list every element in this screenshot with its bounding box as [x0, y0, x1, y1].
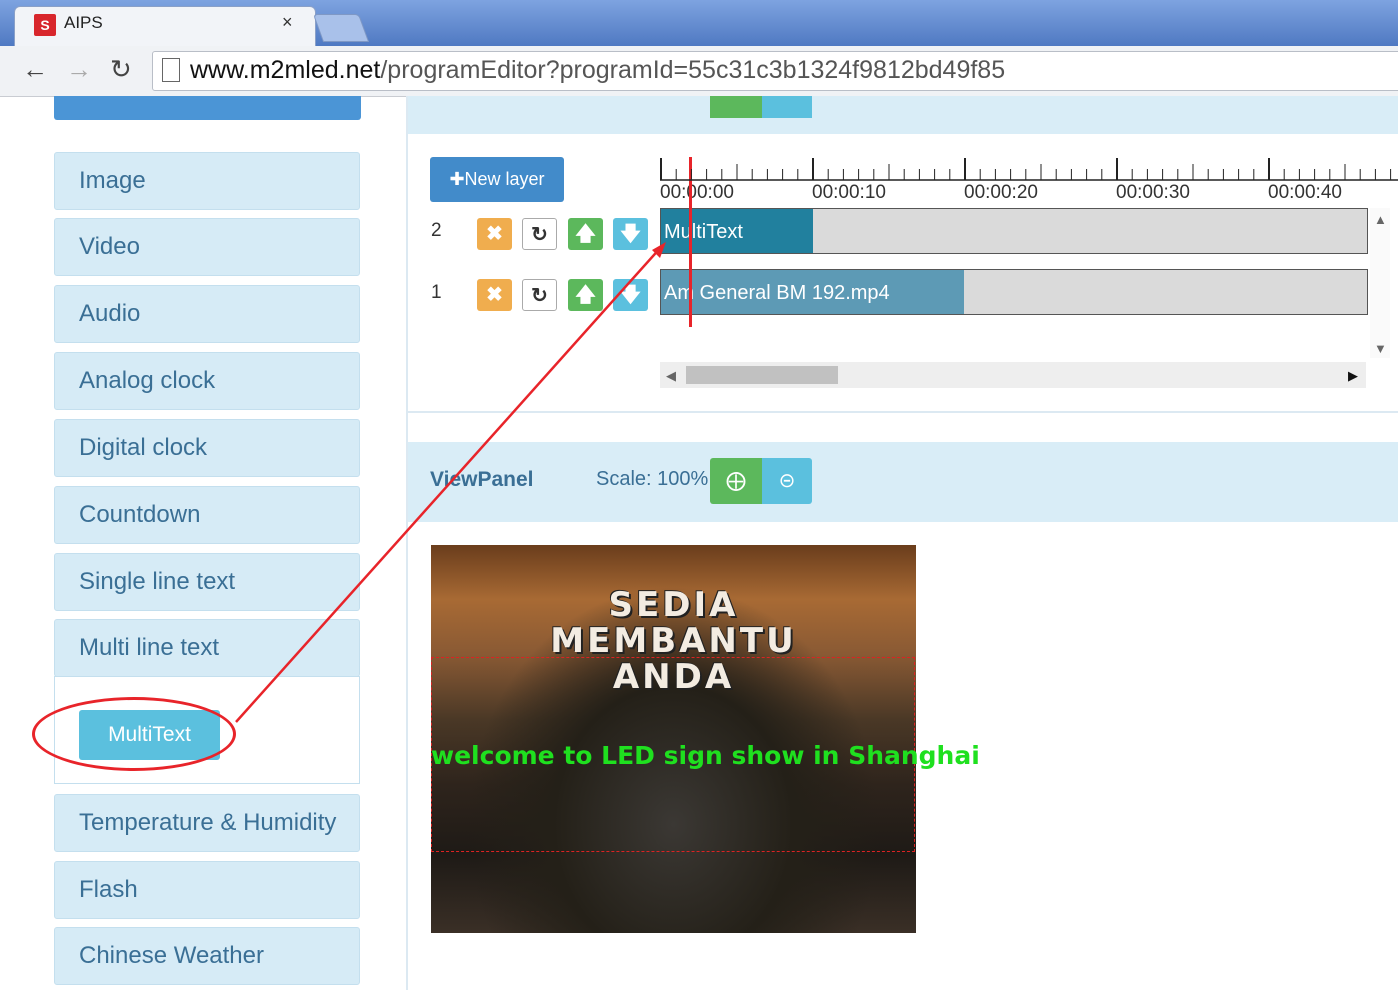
- back-arrow-icon[interactable]: ←: [22, 54, 48, 85]
- tick-label: 00:00:30: [1116, 182, 1190, 203]
- preview-line: MEMBANTU: [550, 621, 797, 661]
- site-favicon-icon: S: [34, 14, 56, 36]
- zoom-out-button[interactable]: ⊝: [762, 458, 812, 504]
- reload-icon[interactable]: ↻: [110, 54, 132, 85]
- timeline-clip-multitext[interactable]: MultiText: [661, 209, 813, 253]
- zoom-in-button[interactable]: ⨁: [710, 458, 762, 504]
- preview-line: SEDIA: [608, 585, 739, 625]
- delete-layer-icon[interactable]: ✖: [477, 279, 512, 311]
- sidebar-item-single-line-text[interactable]: Single line text: [54, 553, 360, 611]
- layer-number: 2: [431, 220, 442, 241]
- timeline-ruler: [660, 158, 1398, 180]
- move-down-icon[interactable]: 🡇: [613, 218, 648, 250]
- scroll-text: welcome to LED sign show in Shanghai: [431, 741, 980, 770]
- scroll-down-icon[interactable]: ▼: [1374, 341, 1387, 356]
- new-layer-button[interactable]: ✚New layer: [430, 157, 564, 202]
- layer-number: 1: [431, 282, 442, 303]
- new-layer-label: New layer: [464, 169, 545, 189]
- reset-layer-icon[interactable]: ↻: [522, 218, 557, 250]
- sidebar-item-countdown[interactable]: Countdown: [54, 486, 360, 544]
- annotation-ellipse: [32, 697, 236, 771]
- move-up-icon[interactable]: 🡅: [568, 279, 603, 311]
- viewpanel-header: [408, 442, 1398, 522]
- move-up-icon[interactable]: 🡅: [568, 218, 603, 250]
- sidebar-item-temperature-humidity[interactable]: Temperature & Humidity: [54, 794, 360, 852]
- minus-circle-icon: ⊝: [778, 470, 796, 492]
- layer-track: MultiText: [660, 208, 1368, 254]
- sidebar-item-image[interactable]: Image: [54, 152, 360, 210]
- sidebar-item-multi-line-text[interactable]: Multi line text: [54, 619, 360, 677]
- sidebar-item-chinese-weather[interactable]: Chinese Weather: [54, 927, 360, 985]
- sidebar-top-button[interactable]: [54, 96, 361, 120]
- scrollbar-thumb[interactable]: [686, 366, 838, 384]
- browser-tab[interactable]: [14, 6, 316, 47]
- tick-label: 00:00:20: [964, 182, 1038, 203]
- tab-close-icon[interactable]: ×: [282, 12, 293, 33]
- timeline-header: [408, 96, 1398, 135]
- timeline-zoom-out-button[interactable]: [762, 96, 812, 118]
- plus-circle-icon: ⨁: [726, 470, 746, 492]
- scroll-up-icon[interactable]: ▲: [1374, 212, 1387, 227]
- page-icon: [162, 58, 180, 82]
- tab-title: AIPS: [64, 13, 103, 32]
- tick-label: 00:00:00: [660, 182, 734, 203]
- sidebar-item-flash[interactable]: Flash: [54, 861, 360, 919]
- playhead[interactable]: [689, 157, 692, 327]
- sidebar-item-analog-clock[interactable]: Analog clock: [54, 352, 360, 410]
- tick-label: 00:00:40: [1268, 182, 1342, 203]
- timeline-zoom-in-button[interactable]: [710, 96, 762, 118]
- new-tab-button[interactable]: [312, 14, 370, 42]
- scroll-right-icon[interactable]: ▶: [1348, 368, 1358, 384]
- sidebar-item-video[interactable]: Video: [54, 218, 360, 276]
- sidebar-item-digital-clock[interactable]: Digital clock: [54, 419, 360, 477]
- layer-track: Am General BM 192.mp4: [660, 269, 1368, 315]
- viewpanel-title: ViewPanel: [430, 468, 534, 491]
- plus-icon: ✚: [449, 169, 465, 189]
- url-text[interactable]: www.m2mled.net/programEditor?programId=5…: [190, 56, 1005, 85]
- sidebar-item-audio[interactable]: Audio: [54, 285, 360, 343]
- timeline-clip-video[interactable]: Am General BM 192.mp4: [661, 270, 964, 314]
- scroll-left-icon[interactable]: ◀: [666, 368, 676, 384]
- vertical-scrollbar[interactable]: [1370, 208, 1390, 358]
- scale-label: Scale: 100%: [596, 468, 709, 490]
- forward-arrow-icon[interactable]: →: [66, 54, 92, 85]
- reset-layer-icon[interactable]: ↻: [522, 279, 557, 311]
- tick-label: 00:00:10: [812, 182, 886, 203]
- move-down-icon[interactable]: 🡇: [613, 279, 648, 311]
- delete-layer-icon[interactable]: ✖: [477, 218, 512, 250]
